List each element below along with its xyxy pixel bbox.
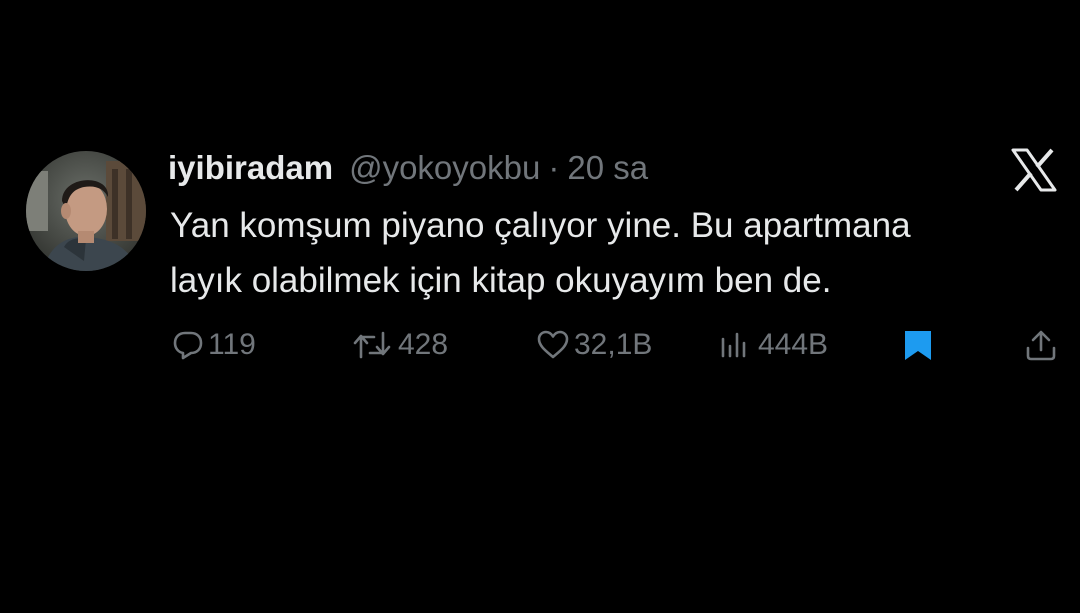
- like-count: 32,1B: [574, 328, 653, 361]
- share-button[interactable]: [1024, 325, 1062, 365]
- tweet-text: Yan komşum piyano çalıyor yine. Bu apart…: [170, 198, 1065, 308]
- x-logo-icon[interactable]: [1010, 146, 1058, 194]
- heart-icon: [536, 329, 570, 361]
- reply-button[interactable]: 119: [172, 325, 256, 365]
- bookmark-button[interactable]: [902, 325, 938, 365]
- like-button[interactable]: 32,1B: [536, 325, 652, 365]
- retweet-count: 428: [398, 328, 449, 361]
- tweet-text-line: Yan komşum piyano çalıyor yine. Bu apart…: [170, 206, 911, 245]
- timestamp[interactable]: 20 sa: [567, 149, 648, 187]
- tweet-card: iyibiradam @yokoyokbu · 20 sa Yan komşum…: [0, 0, 1080, 613]
- user-handle[interactable]: @yokoyokbu: [349, 149, 540, 187]
- reply-bubble-icon: [172, 329, 204, 361]
- display-name[interactable]: iyibiradam: [168, 149, 333, 187]
- reply-count: 119: [208, 328, 256, 361]
- retweet-icon: [352, 329, 394, 361]
- separator-dot: ·: [548, 149, 560, 186]
- avatar[interactable]: [26, 151, 146, 271]
- tweet-header: iyibiradam @yokoyokbu · 20 sa: [168, 148, 648, 188]
- views-button[interactable]: 444B: [718, 325, 828, 365]
- avatar-photo: [26, 151, 146, 271]
- retweet-button[interactable]: 428: [352, 325, 448, 365]
- views-count: 444B: [758, 328, 829, 361]
- tweet-text-line: layık olabilmek için kitap okuyayım ben …: [170, 261, 832, 300]
- views-chart-icon: [718, 329, 754, 361]
- bookmark-icon: [902, 328, 934, 362]
- share-icon: [1024, 328, 1058, 362]
